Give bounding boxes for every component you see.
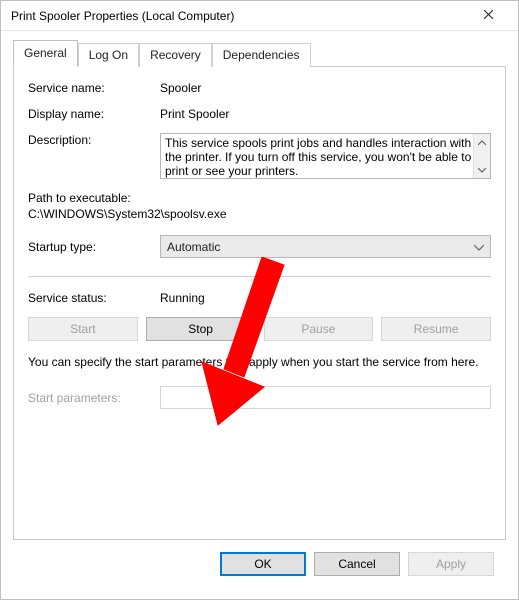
value-service-name: Spooler [160, 81, 491, 95]
separator [28, 276, 491, 277]
tabstrip: General Log On Recovery Dependencies [13, 41, 506, 66]
cancel-button[interactable]: Cancel [314, 552, 400, 576]
resume-button: Resume [381, 317, 491, 341]
service-control-buttons: Start Stop Pause Resume [28, 317, 491, 341]
close-icon [483, 9, 494, 23]
apply-button: Apply [408, 552, 494, 576]
description-scrollbar[interactable] [473, 134, 490, 178]
startup-type-dropdown[interactable]: Automatic [160, 235, 491, 258]
annotation-arrow [184, 257, 304, 437]
scroll-up-button[interactable] [474, 134, 490, 151]
ok-button[interactable]: OK [220, 552, 306, 576]
label-service-status: Service status: [28, 291, 160, 305]
label-startup-type: Startup type: [28, 240, 160, 254]
value-service-status: Running [160, 291, 491, 305]
tab-logon[interactable]: Log On [78, 43, 139, 67]
tab-dependencies[interactable]: Dependencies [212, 43, 311, 67]
value-display-name: Print Spooler [160, 107, 491, 121]
titlebar: Print Spooler Properties (Local Computer… [1, 1, 518, 31]
pause-button: Pause [264, 317, 374, 341]
tabpage-general: Service name: Spooler Display name: Prin… [13, 66, 506, 540]
label-start-parameters: Start parameters: [28, 391, 160, 405]
label-service-name: Service name: [28, 81, 160, 95]
stop-button[interactable]: Stop [146, 317, 256, 341]
chevron-up-icon [478, 136, 486, 150]
start-button: Start [28, 317, 138, 341]
description-textbox[interactable]: This service spools print jobs and handl… [160, 133, 491, 179]
chevron-down-icon [478, 163, 486, 177]
scroll-down-button[interactable] [474, 161, 490, 178]
label-display-name: Display name: [28, 107, 160, 121]
path-block: Path to executable: C:\WINDOWS\System32\… [28, 191, 491, 221]
start-parameters-input [160, 386, 491, 409]
description-text: This service spools print jobs and handl… [165, 136, 471, 178]
tab-recovery[interactable]: Recovery [139, 43, 212, 67]
client-area: General Log On Recovery Dependencies Ser… [1, 31, 518, 588]
label-path: Path to executable: [28, 191, 491, 205]
tab-general[interactable]: General [13, 40, 78, 67]
value-path: C:\WINDOWS\System32\spoolsv.exe [28, 207, 491, 221]
startup-type-value: Automatic [167, 240, 220, 254]
chevron-down-icon [474, 240, 484, 254]
window-title: Print Spooler Properties (Local Computer… [11, 9, 466, 23]
help-text: You can specify the start parameters tha… [28, 355, 491, 370]
label-description: Description: [28, 133, 160, 179]
dialog-buttons: OK Cancel Apply [13, 540, 506, 588]
close-button[interactable] [466, 1, 510, 31]
